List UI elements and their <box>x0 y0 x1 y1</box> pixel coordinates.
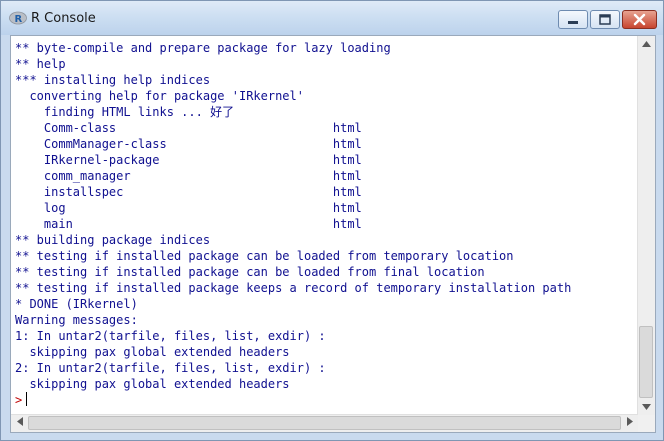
console-line: *** installing help indices <box>15 73 211 87</box>
vertical-scrollbar[interactable] <box>637 36 655 416</box>
prompt-symbol: > <box>15 393 23 407</box>
minimize-icon <box>568 21 578 24</box>
console-line: skipping pax global extended headers <box>15 377 290 391</box>
horizontal-scroll-thumb[interactable] <box>28 416 621 430</box>
console-pane[interactable]: ** byte-compile and prepare package for … <box>10 35 656 433</box>
scroll-right-icon <box>626 417 633 426</box>
console-line: IRkernel-package html <box>15 153 362 167</box>
maximize-button[interactable] <box>590 10 620 29</box>
console-line: CommManager-class html <box>15 137 362 151</box>
console-line: finding HTML links ... 好了 <box>15 105 235 119</box>
scroll-left-icon <box>16 417 23 426</box>
console-line: ** building package indices <box>15 233 211 247</box>
close-icon <box>633 13 646 26</box>
close-button[interactable] <box>622 10 657 29</box>
console-line: ** testing if installed package can be l… <box>15 249 514 263</box>
console-line: skipping pax global extended headers <box>15 345 290 359</box>
console-line: ** byte-compile and prepare package for … <box>15 41 391 55</box>
r-logo-icon: R <box>9 11 27 25</box>
command-prompt[interactable]: > <box>15 392 635 408</box>
console-line: * DONE (IRkernel) <box>15 297 138 311</box>
scroll-left-button[interactable] <box>11 415 28 432</box>
console-line: main html <box>15 217 362 231</box>
console-line: installspec html <box>15 185 362 199</box>
scroll-up-button[interactable] <box>638 36 655 53</box>
text-cursor <box>26 392 28 406</box>
scroll-right-button[interactable] <box>621 415 638 432</box>
console-line: Warning messages: <box>15 313 138 327</box>
minimize-button[interactable] <box>558 10 588 29</box>
console-line: comm_manager html <box>15 169 362 183</box>
console-line: 2: In untar2(tarfile, files, list, exdir… <box>15 361 326 375</box>
vertical-scroll-thumb[interactable] <box>639 326 653 398</box>
svg-text:R: R <box>15 14 23 25</box>
r-console-window: R R Console ** byte-compile and prepare … <box>0 0 664 441</box>
console-line: 1: In untar2(tarfile, files, list, exdir… <box>15 329 326 343</box>
console-line: Comm-class html <box>15 121 362 135</box>
console-line: log html <box>15 201 362 215</box>
title-bar[interactable]: R R Console <box>1 1 663 35</box>
scroll-up-icon <box>642 41 651 47</box>
window-title: R Console <box>31 11 96 26</box>
console-line: ** help <box>15 57 66 71</box>
console-line: converting help for package 'IRkernel' <box>15 89 304 103</box>
scroll-down-icon <box>642 404 651 410</box>
scroll-down-button[interactable] <box>638 399 655 416</box>
console-line: ** testing if installed package can be l… <box>15 265 485 279</box>
scrollbar-corner <box>638 415 655 432</box>
console-output[interactable]: ** byte-compile and prepare package for … <box>15 40 635 416</box>
console-line: ** testing if installed package keeps a … <box>15 281 572 295</box>
horizontal-scrollbar[interactable] <box>11 414 638 432</box>
maximize-icon <box>599 14 611 25</box>
